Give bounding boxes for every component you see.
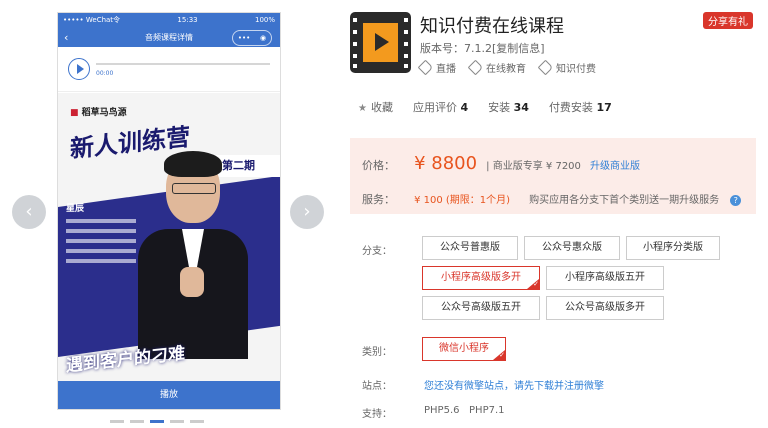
price-label: 价格： bbox=[362, 159, 395, 172]
install-stat: 安装 34 bbox=[488, 101, 529, 114]
app-tags: 直播 在线教育 知识付费 bbox=[417, 59, 596, 76]
app-title: 知识付费在线课程 bbox=[420, 16, 564, 37]
tag-paid-knowledge[interactable]: 知识付费 bbox=[537, 59, 596, 76]
question-icon[interactable]: ? bbox=[730, 195, 742, 206]
register-site-link[interactable]: 您还没有微擎站点，请先下载并注册微擎 bbox=[424, 377, 604, 392]
back-icon: ‹ bbox=[64, 30, 69, 44]
tag-live[interactable]: 直播 bbox=[417, 59, 456, 76]
gallery-indicator bbox=[110, 420, 204, 423]
player-time: 00:00 bbox=[96, 70, 114, 77]
branch-option[interactable]: 公众号普惠版 bbox=[422, 236, 518, 260]
capsule-menu-icon: ••• ◉ bbox=[232, 30, 272, 46]
audio-player: 00:00 bbox=[58, 47, 280, 92]
speaker-photo bbox=[138, 147, 248, 359]
carrier-label: ••••• WeChat令 bbox=[63, 16, 121, 24]
app-stats: ★ 收藏 应用评价 4 安装 34 付费安装 17 bbox=[358, 99, 612, 115]
tag-icon bbox=[417, 59, 434, 76]
branch-option[interactable]: 公众号惠众版 bbox=[524, 236, 620, 260]
speaker-name: 星辰 bbox=[66, 204, 85, 214]
play-button[interactable]: 播放 bbox=[58, 381, 280, 409]
app-version[interactable]: 版本号：7.1.2[复制信息] bbox=[420, 40, 545, 56]
upgrade-business-link[interactable]: 升级商业版 bbox=[590, 161, 640, 172]
price-box: 价格： ¥ 8800 | 商业版专享 ¥ 7200 升级商业版 服务： ¥ 10… bbox=[350, 138, 756, 214]
price-value: ¥ 8800 bbox=[414, 153, 478, 174]
chevron-left-icon: ‹ bbox=[25, 201, 33, 222]
play-icon bbox=[375, 33, 389, 51]
support-value: PHP5.6 PHP7.1 bbox=[424, 405, 505, 416]
gallery-prev-button[interactable]: ‹ bbox=[12, 195, 46, 229]
branch-option[interactable]: 小程序高级版五开 bbox=[546, 266, 664, 290]
share-reward-button[interactable]: 分享有礼 bbox=[703, 12, 753, 29]
tag-icon bbox=[467, 59, 484, 76]
gallery-next-button[interactable]: › bbox=[290, 195, 324, 229]
chevron-right-icon: › bbox=[303, 201, 311, 222]
tag-online-education[interactable]: 在线教育 bbox=[467, 59, 526, 76]
branch-label: 分支： bbox=[362, 246, 392, 257]
status-time: 15:33 bbox=[177, 16, 198, 24]
tag-icon bbox=[537, 59, 554, 76]
branch-option[interactable]: 公众号高级版多开 bbox=[546, 296, 664, 320]
service-value: ¥ 100 (期限：1个月) bbox=[414, 195, 511, 206]
course-poster: ■ 稻草马鸟源 新人训练营 第二期 星辰 遇到客户的刁难 bbox=[58, 93, 280, 389]
nav-title: 音频课程详情 bbox=[145, 32, 193, 42]
category-option-selected[interactable]: 微信小程序 bbox=[422, 337, 506, 361]
branch-option[interactable]: 公众号高级版五开 bbox=[422, 296, 540, 320]
business-price: | 商业版专享 ¥ 7200 bbox=[486, 161, 581, 172]
phone-status-bar: ••••• WeChat令 15:33 100% bbox=[58, 13, 280, 27]
branch-option[interactable]: 小程序分类版 bbox=[626, 236, 720, 260]
app-logo bbox=[350, 12, 411, 73]
service-label: 服务： bbox=[362, 193, 395, 206]
price-row: 价格： ¥ 8800 | 商业版专享 ¥ 7200 升级商业版 bbox=[362, 153, 640, 174]
audio-progress: 00:00 bbox=[96, 54, 270, 84]
site-label: 站点： bbox=[362, 381, 392, 392]
paid-install-stat: 付费安装 17 bbox=[548, 101, 612, 114]
play-icon bbox=[68, 58, 90, 80]
screenshot-gallery: ‹ › ••••• WeChat令 15:33 100% ‹ 音频课程详情 ••… bbox=[0, 0, 340, 428]
support-label: 支持： bbox=[362, 409, 392, 420]
branch-option-selected[interactable]: 小程序高级版多开 bbox=[422, 266, 540, 290]
app-screenshot[interactable]: ••••• WeChat令 15:33 100% ‹ 音频课程详情 ••• ◉ 0… bbox=[57, 12, 281, 410]
star-icon: ★ bbox=[358, 103, 367, 114]
service-note: 购买应用各分支下首个类别送一期升级服务 bbox=[529, 195, 720, 206]
service-row: 服务： ¥ 100 (期限：1个月) 购买应用各分支下首个类别送一期升级服务 ? bbox=[362, 188, 742, 207]
wechat-nav-bar: ‹ 音频课程详情 ••• ◉ bbox=[58, 27, 280, 47]
rating-stat[interactable]: 应用评价 4 bbox=[413, 99, 468, 115]
battery-label: 100% bbox=[254, 16, 275, 24]
category-label: 类别： bbox=[362, 347, 392, 358]
poster-brand: ■ 稻草马鸟源 bbox=[70, 108, 127, 118]
favorite-button[interactable]: ★ 收藏 bbox=[358, 99, 393, 115]
